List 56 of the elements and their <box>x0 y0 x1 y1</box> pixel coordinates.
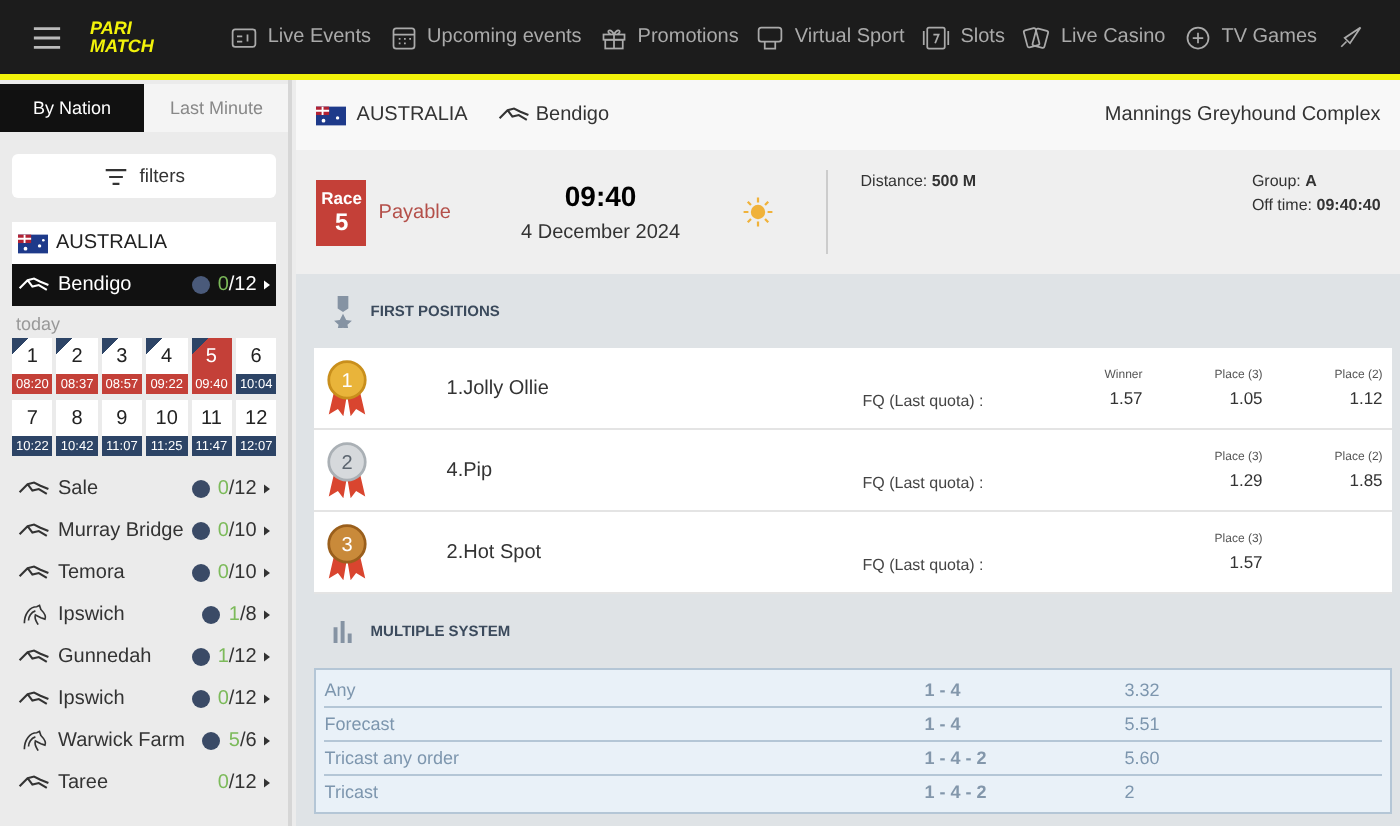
nav-link[interactable]: Slots <box>922 23 1005 51</box>
nav-link[interactable]: Live Casino <box>1022 23 1166 51</box>
day-label: today <box>16 314 63 334</box>
venue-item[interactable]: Ipswich 0/12 <box>12 678 277 720</box>
odds-value: 1.29 <box>1229 469 1263 489</box>
runner-name: 4.Pip <box>446 459 495 481</box>
nav-link[interactable]: Live Events <box>229 23 372 51</box>
fq-label: FQ (Last quota) : <box>862 556 986 574</box>
table-cell-text: Tricast any order <box>324 748 461 768</box>
distance-text: Distance: 500 M <box>860 172 979 190</box>
runner-name: 2.Hot Spot <box>446 541 544 563</box>
off-time-text: Off time: 09:40:40 <box>1251 196 1381 214</box>
venue-item[interactable]: Taree 0/12 <box>12 762 277 804</box>
table-cell-text: Any <box>324 680 358 700</box>
nav-link[interactable]: TV Games <box>1183 23 1318 51</box>
table-cell: 3.32 <box>1124 680 1160 700</box>
table-cell-text: 1 - 4 - 2 <box>924 748 989 768</box>
table-cell-text: 1 - 4 <box>924 714 963 734</box>
odds-value: 1.57 <box>1109 387 1143 407</box>
venue-item[interactable]: Bendigo 0/12 <box>12 264 277 306</box>
tab[interactable]: By Nation <box>0 84 145 132</box>
table-cell-text: 1 - 4 - 2 <box>924 782 989 802</box>
logo[interactable]: PARI MATCH <box>90 19 154 55</box>
race-time: 09:40 <box>564 180 637 212</box>
fq-label: FQ (Last quota) : <box>862 474 986 492</box>
filters-button[interactable]: filters <box>12 154 277 198</box>
odds-value: 1.12 <box>1349 387 1383 407</box>
venue-item[interactable]: Sale 0/12 <box>12 468 277 510</box>
race-status: Payable <box>378 201 453 223</box>
nav-link[interactable]: Virtual Sport <box>756 23 905 51</box>
venue-item[interactable]: Gunnedah 1/12 <box>12 636 277 678</box>
venue-item[interactable]: Temora 0/10 <box>12 552 277 594</box>
race-date: 4 December 2024 <box>521 222 681 244</box>
odds-value: 1.57 <box>1229 551 1263 571</box>
country-row[interactable]: AUSTRALIA <box>12 222 277 264</box>
table-cell-text: 1 - 4 <box>924 680 963 700</box>
odds-value: 1.05 <box>1229 387 1263 407</box>
country-name: AUSTRALIA <box>56 232 168 254</box>
table-cell: 5.60 <box>1124 748 1160 768</box>
group-text: Group: A <box>1251 172 1319 190</box>
venue-item[interactable]: Warwick Farm 5/6 <box>12 720 277 762</box>
table-cell-text: Tricast <box>324 782 380 802</box>
nav-link[interactable]: Promotions <box>599 23 739 51</box>
table-cell-text: Forecast <box>324 714 397 734</box>
venue-item[interactable]: Ipswich 1/8 <box>12 594 277 636</box>
venue-name: Bendigo <box>535 104 610 126</box>
runner-name: 1.Jolly Ollie <box>446 377 551 399</box>
venue-item[interactable]: Murray Bridge 0/10 <box>12 510 277 552</box>
table-cell: 5.51 <box>1124 714 1160 734</box>
odds-value: 1.85 <box>1349 469 1383 489</box>
table-cell: 2 <box>1124 782 1135 802</box>
track-name: Mannings Greyhound Complex <box>1104 104 1381 126</box>
fq-label: FQ (Last quota) : <box>862 392 986 410</box>
country-name: AUSTRALIA <box>356 104 468 126</box>
race-badge: Race 5 <box>316 179 367 245</box>
nav-link[interactable]: Upcoming events <box>389 23 582 51</box>
